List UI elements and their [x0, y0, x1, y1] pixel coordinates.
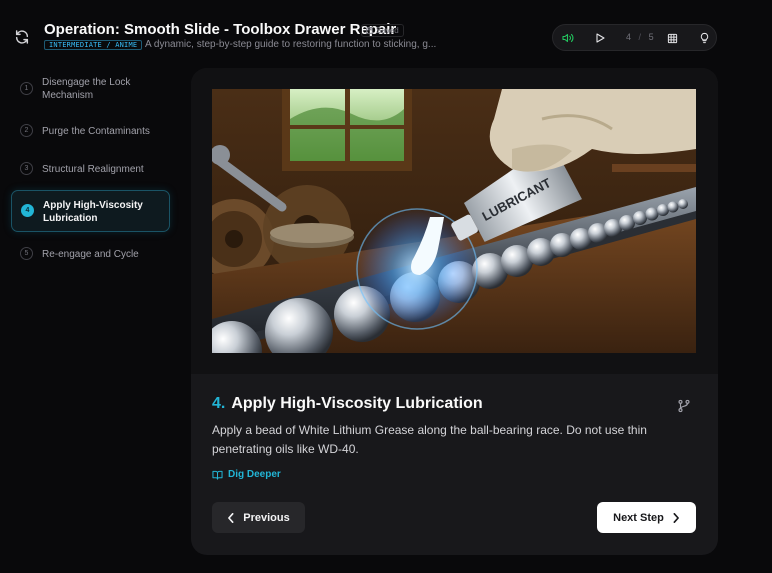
step-title-number: 4.	[212, 395, 226, 412]
sidebar-step-4[interactable]: 4 Apply High-Viscosity Lubrication	[11, 190, 170, 232]
page-title: Operation: Smooth Slide - Toolbox Drawer…	[44, 21, 397, 38]
step-illustration: LUBRICANT	[212, 89, 696, 353]
grid-icon[interactable]	[665, 31, 679, 45]
book-icon	[212, 470, 223, 480]
sidebar-step-1[interactable]: 1 Disengage the Lock Mechanism	[11, 73, 170, 104]
step-label: Disengage the Lock Mechanism	[42, 77, 131, 101]
previous-button[interactable]: Previous	[212, 502, 305, 533]
step-number: 5	[20, 247, 33, 260]
image-panel: LUBRICANT	[191, 68, 718, 374]
step-label: Purge the Contaminants	[42, 126, 150, 137]
step-title-text: Apply High-Viscosity Lubrication	[231, 395, 483, 412]
counter-total: 5	[648, 32, 655, 42]
header: Operation: Smooth Slide - Toolbox Drawer…	[0, 0, 772, 68]
step-card: LUBRICANT 4. Apply High-Viscosity Lubrica…	[191, 68, 718, 555]
sidebar-step-3[interactable]: 3 Structural Realignment	[11, 160, 170, 178]
volume-icon[interactable]	[561, 31, 575, 45]
chevron-right-icon	[673, 512, 679, 523]
lightbulb-icon[interactable]	[697, 31, 711, 45]
saved-label: Saved	[376, 26, 399, 35]
step-description: Apply a bead of White Lithium Grease alo…	[212, 423, 647, 456]
step-number: 3	[20, 162, 33, 175]
dig-deeper-label: Dig Deeper	[228, 469, 281, 480]
step-label: Re-engage and Cycle	[42, 249, 139, 260]
sidebar-step-5[interactable]: 5 Re-engage and Cycle	[11, 245, 170, 263]
chevron-left-icon	[228, 512, 234, 523]
play-icon[interactable]	[593, 31, 607, 45]
counter-current: 4	[626, 32, 633, 42]
step-counter: 4 / 5	[626, 32, 655, 42]
step-label: Apply High-Viscosity Lubrication	[43, 200, 143, 224]
saved-badge: Saved	[361, 24, 404, 37]
step-number: 1	[20, 82, 33, 95]
step-label: Structural Realignment	[42, 164, 144, 175]
refresh-icon[interactable]	[14, 29, 30, 45]
next-label: Next Step	[613, 511, 664, 524]
step-title: 4. Apply High-Viscosity Lubrication	[212, 395, 483, 413]
counter-separator: /	[638, 32, 643, 42]
branch-icon[interactable]	[677, 399, 691, 413]
next-step-button[interactable]: Next Step	[597, 502, 696, 533]
dig-deeper-link[interactable]: Dig Deeper	[212, 469, 281, 480]
previous-label: Previous	[243, 511, 290, 524]
step-number: 4	[21, 204, 34, 217]
page-subtitle: A dynamic, step-by-step guide to restori…	[145, 39, 437, 50]
playback-controls: 4 / 5	[552, 24, 717, 51]
save-icon	[366, 27, 373, 34]
difficulty-tag: INTERMEDIATE / ANIME	[44, 40, 143, 50]
step-number: 2	[20, 124, 33, 137]
sidebar-step-2[interactable]: 2 Purge the Contaminants	[11, 122, 170, 140]
